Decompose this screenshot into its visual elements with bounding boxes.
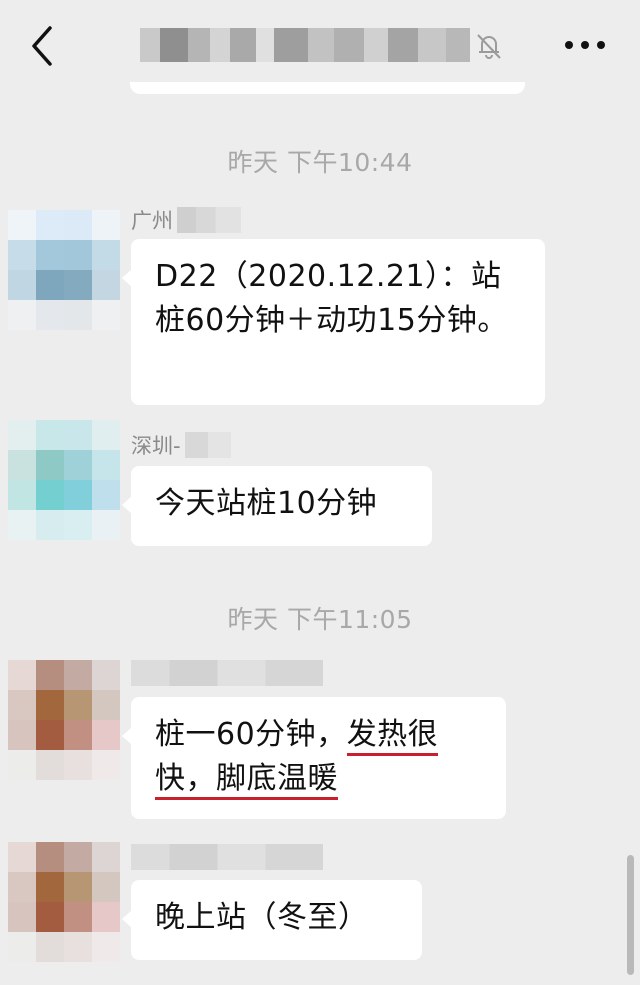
message-bubble[interactable]: D22（2020.12.21）：站桩60分钟＋动功15分钟。	[122, 239, 545, 405]
sender-name-blurred	[184, 432, 231, 458]
sender-name-text: 深圳-	[131, 434, 181, 458]
avatar[interactable]	[8, 660, 120, 780]
sender-name: 广州	[131, 205, 241, 235]
message-text: D22（2020.12.21）：站桩60分钟＋动功15分钟。	[155, 259, 508, 338]
message-text-underlined: 发热很	[346, 717, 439, 756]
scrollbar[interactable]	[627, 855, 634, 975]
chat-header	[0, 0, 640, 90]
avatar[interactable]	[8, 842, 120, 962]
timestamp: 昨天 下午11:05	[227, 605, 413, 634]
sender-name-blurred	[177, 207, 241, 233]
message-text-underlined: 快，脚底温暖	[155, 761, 338, 800]
sender-name-text: 广州	[131, 209, 173, 233]
message-text: 桩一60分钟，	[155, 717, 347, 752]
avatar[interactable]	[8, 420, 120, 540]
message-bubble[interactable]: 晚上站（冬至）	[122, 880, 422, 960]
sender-name-blurred	[131, 660, 323, 686]
sender-name-blurred	[131, 844, 323, 870]
avatar[interactable]	[8, 210, 120, 330]
chat-title-blurred	[140, 28, 470, 62]
sender-name	[131, 842, 323, 872]
timestamp: 昨天 下午10:44	[227, 148, 413, 177]
chevron-left-icon[interactable]	[28, 24, 58, 68]
message-bubble[interactable]: 桩一60分钟，发热很 快，脚底温暖	[122, 697, 506, 819]
bell-muted-icon	[477, 34, 501, 59]
sender-name	[131, 658, 323, 688]
message-text: 晚上站（冬至）	[155, 900, 369, 935]
more-dots-icon[interactable]	[562, 38, 608, 52]
message-text: 今天站桩10分钟	[155, 486, 378, 521]
message-bubble[interactable]: 今天站桩10分钟	[122, 466, 432, 546]
sender-name: 深圳-	[131, 430, 231, 460]
previous-message-bubble	[130, 82, 525, 94]
